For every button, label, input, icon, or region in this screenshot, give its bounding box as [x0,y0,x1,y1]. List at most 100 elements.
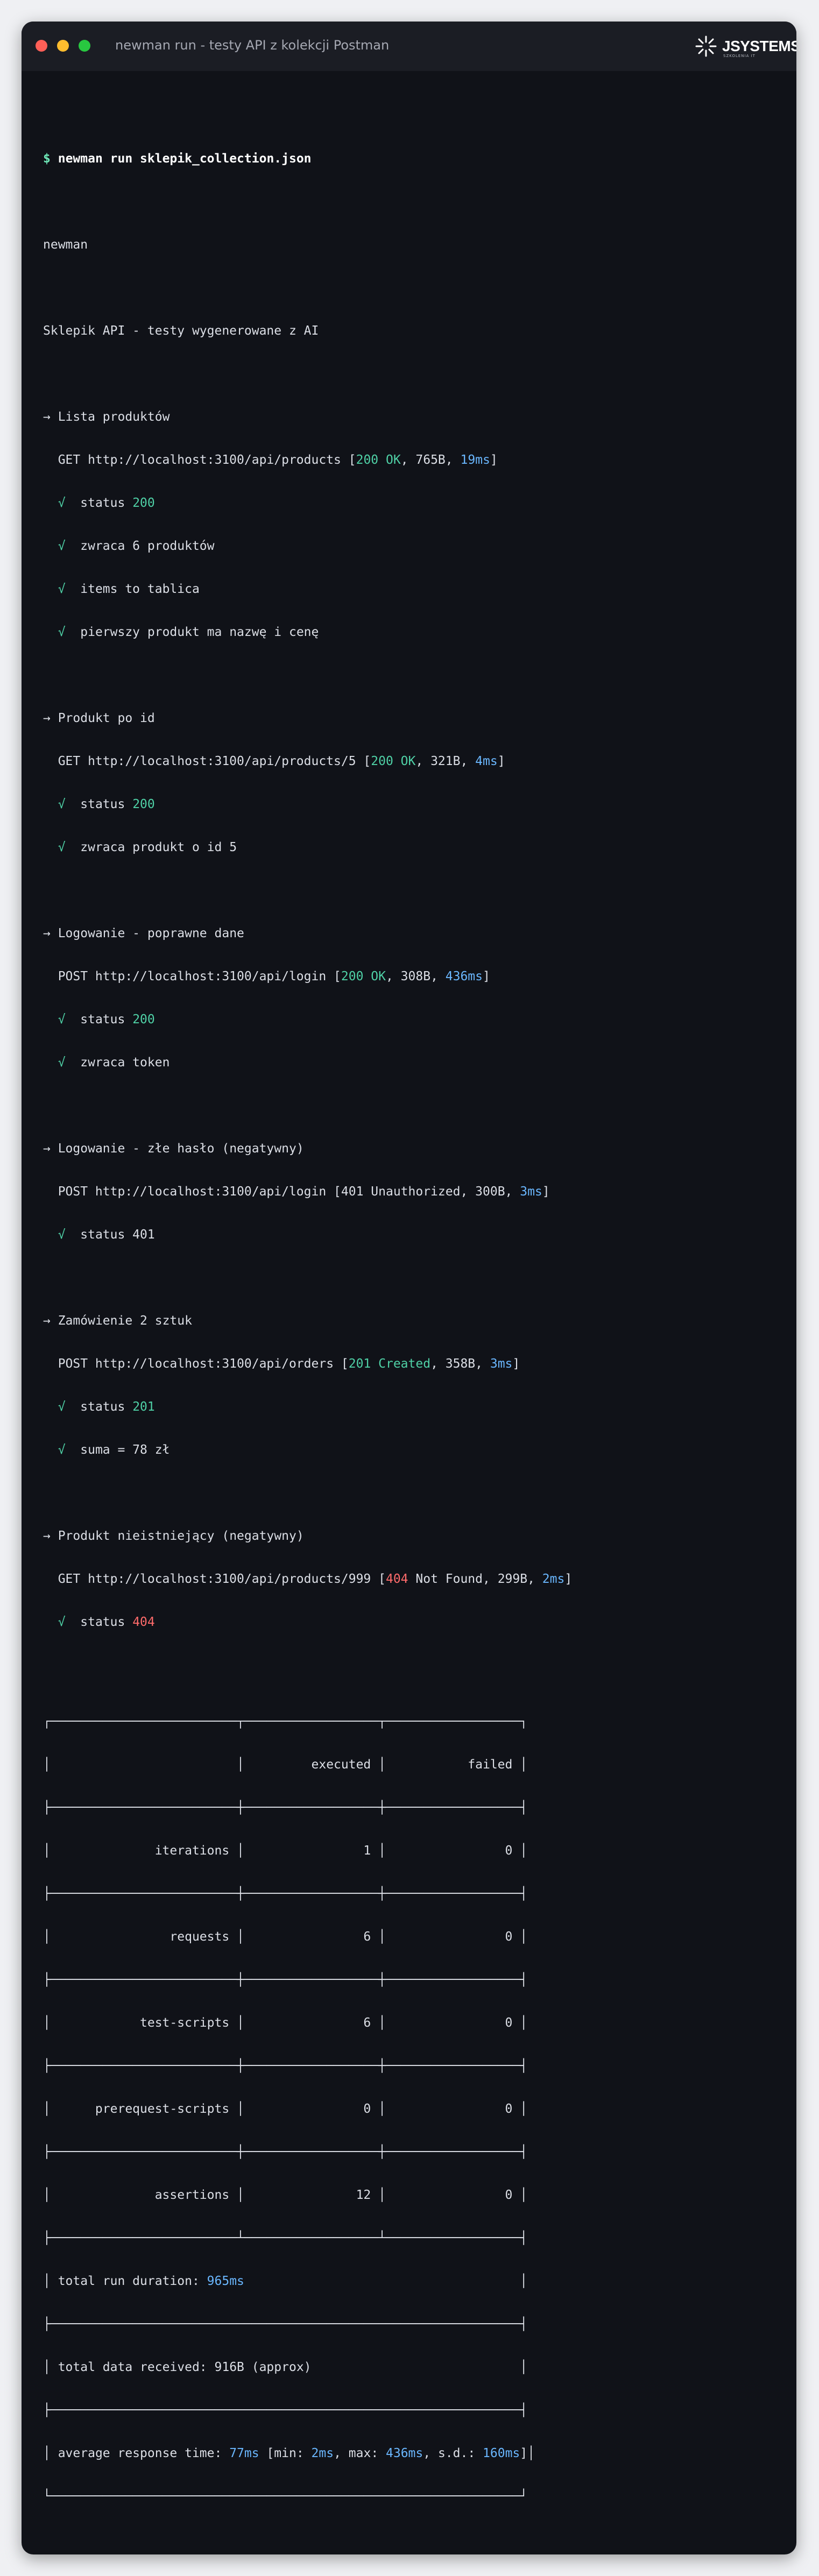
status-text: OK [385,453,401,467]
request-method-url: POST http://localhost:3100/api/login [ [43,969,341,983]
status-code: 200 [356,453,386,467]
table-row: │ assertions │ 12 │ 0 │ [43,2188,528,2202]
assertion-line: √ status 200 [43,797,155,811]
request-method-url: POST http://localhost:3100/api/login [ [43,1185,341,1199]
table-edge: │ [311,2360,528,2374]
close-window-button[interactable] [36,40,47,52]
logo-tagline: SZKOLENIA IT [723,54,756,58]
status-code: 200 [341,969,371,983]
assertion-line: √ zwraca produkt o id 5 [43,840,237,854]
response-size: , 321B, [415,754,476,768]
command-text: newman run sklepik_collection.json [58,152,312,166]
average-response-time: │ average response time: 77ms [min: 2ms,… [43,2446,535,2460]
minimize-window-button[interactable] [57,40,69,52]
table-separator: ├───────────────────────────────────────… [43,2317,528,2331]
arrow-icon: → [43,410,58,424]
table-separator: ├───────────────────────────────────────… [43,2403,528,2417]
assertion-text: status 401 [80,1228,155,1242]
response-size: , 765B, [400,453,461,467]
request-line: POST http://localhost:3100/api/login [20… [43,969,490,983]
table-header-row: │ │ executed │ failed │ [43,1758,528,1772]
status-text: OK [400,754,416,768]
data-received: total data received: 916B (approx) [58,2360,312,2374]
check-icon: √ [43,1400,81,1414]
table-edge: │ [43,2360,58,2374]
bracket: ] [542,1185,550,1199]
request-name: → Lista produktów [43,410,170,424]
assertion-value: 200 [132,797,155,811]
bracket: ] [512,1357,520,1371]
assertion-text: suma = 78 zł [80,1443,170,1457]
request-name: → Logowanie - złe hasło (negatywny) [43,1142,304,1156]
status-code: 401 [341,1185,371,1199]
assertion-text: items to tablica [80,582,200,596]
bracket: ] [564,1572,573,1586]
assertion-line: √ status 404 [43,1615,155,1629]
bracket: ] [497,754,505,768]
terminal-window: newman run - testy API z kolekcji Postma… [22,22,796,2554]
max-value: 436ms [386,2446,423,2460]
status-text: OK [371,969,386,983]
request-name: → Produkt po id [43,711,155,725]
maximize-window-button[interactable] [79,40,90,52]
table-separator: ├─────────────────────────┼─────────────… [43,2145,528,2159]
status-code: 201 [348,1357,379,1371]
status-text: Created [378,1357,431,1371]
check-icon: √ [43,496,81,510]
status-code: 200 [371,754,401,768]
duration-value: 965ms [207,2274,244,2288]
table-row: │ test-scripts │ 6 │ 0 │ [43,2016,528,2030]
response-time: 4ms [475,754,498,768]
request-line: GET http://localhost:3100/api/products [… [43,453,498,467]
request-method-url: POST http://localhost:3100/api/orders [ [43,1357,349,1371]
logo-text: JSYSTEMS [722,38,796,54]
table-separator: ├─────────────────────────┼─────────────… [43,1973,528,1987]
response-size: , 358B, [430,1357,490,1371]
check-icon: √ [43,1443,81,1457]
assertion-text: status [80,1400,133,1414]
table-separator: ├─────────────────────────┴─────────────… [43,2231,528,2245]
assertion-text: zwraca token [80,1056,170,1070]
check-icon: √ [43,1228,81,1242]
status-text: Not Found [415,1572,483,1586]
table-separator: ├─────────────────────────┼─────────────… [43,1801,528,1815]
assertion-line: √ suma = 78 zł [43,1443,170,1457]
response-size: , 308B, [385,969,446,983]
status-code: 404 [385,1572,416,1586]
check-icon: √ [43,1013,81,1027]
response-time: 436ms [445,969,483,983]
request-line: GET http://localhost:3100/api/products/5… [43,754,505,768]
request-name-text: Lista produktów [58,410,170,424]
table-edge: │ [527,2446,535,2460]
assertion-line: √ status 200 [43,1013,155,1027]
assertion-line: √ zwraca 6 produktów [43,539,215,553]
status-text: Unauthorized [371,1185,461,1199]
check-icon: √ [43,1615,81,1629]
assertion-line: √ status 401 [43,1228,155,1242]
table-row: │ requests │ 6 │ 0 │ [43,1930,528,1944]
request-name-text: Produkt nieistniejący (negatywny) [58,1529,304,1543]
bracket: ] [490,453,498,467]
check-icon: √ [43,1056,81,1070]
arrow-icon: → [43,711,58,725]
assertion-line: √ pierwszy produkt ma nazwę i cenę [43,625,319,639]
check-icon: √ [43,797,81,811]
assertion-value: 201 [132,1400,155,1414]
table-edge: │ [43,2274,58,2288]
request-line: POST http://localhost:3100/api/login [40… [43,1185,550,1199]
assertion-value: 200 [132,496,155,510]
total-data-received: │ total data received: 916B (approx) │ [43,2360,527,2374]
assertion-value: 404 [132,1615,155,1629]
assertion-text: status [80,496,133,510]
assertion-text: status [80,1013,133,1027]
table-edge: │ [43,2446,58,2460]
assertion-text: status [80,797,133,811]
assertion-line: √ zwraca token [43,1056,170,1070]
table-separator: ├─────────────────────────┼─────────────… [43,1887,528,1901]
total-run-duration: │ total run duration: 965ms │ [43,2274,527,2288]
table-border-top: ┌─────────────────────────┬─────────────… [43,1715,528,1729]
logo-star-icon [695,36,717,57]
duration-label: total run duration: [58,2274,207,2288]
arrow-icon: → [43,1142,58,1156]
check-icon: √ [43,539,81,553]
